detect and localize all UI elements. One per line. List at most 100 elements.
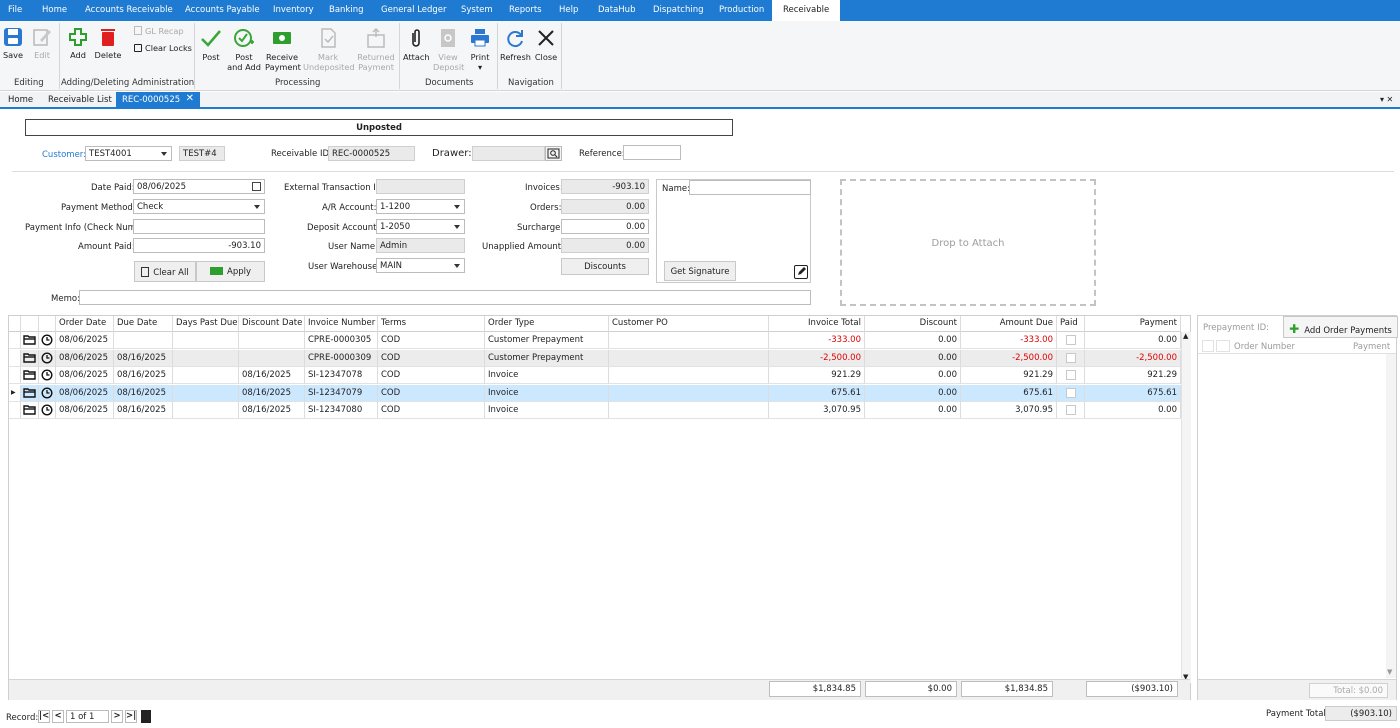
history-icon[interactable] — [39, 402, 56, 419]
add-order-payments-button[interactable]: ✚ Add Order Payments — [1283, 316, 1398, 338]
cell-paid-checkbox[interactable] — [1057, 349, 1085, 367]
payment-method-select[interactable]: Check — [133, 199, 265, 214]
table-row[interactable]: 08/06/2025 08/16/2025 08/16/2025 SI-1234707… — [9, 367, 1181, 384]
user-warehouse-select[interactable]: MAIN — [376, 258, 465, 273]
receive-payment-button[interactable]: Receive Payment — [265, 27, 301, 72]
record-position-input[interactable]: 1 of 1 — [66, 710, 109, 723]
menu-home[interactable]: Home — [42, 5, 67, 15]
view-deposit-button[interactable]: View Deposit — [433, 27, 464, 72]
col-due-date[interactable]: Due Date — [114, 316, 173, 332]
post-and-add-button[interactable]: Post and Add — [227, 27, 261, 72]
tab-menu-icon[interactable]: ▾ ✕ — [1380, 95, 1393, 104]
previous-record-icon[interactable]: < — [52, 710, 64, 723]
date-paid-input[interactable]: 08/06/2025 — [133, 179, 265, 194]
reference-input[interactable] — [623, 145, 681, 160]
gl-recap-button[interactable]: GL Recap — [134, 26, 184, 36]
edit-signature-icon[interactable] — [794, 265, 808, 279]
mark-undeposited-button[interactable]: Mark Undeposited — [303, 27, 355, 72]
clear-all-button[interactable]: Clear All — [134, 261, 196, 282]
prepay-col-order-number[interactable]: Order Number — [1234, 342, 1295, 352]
table-row[interactable]: 08/06/2025 08/16/2025 CPRE-0000309 COD Custo… — [9, 349, 1181, 367]
open-folder-icon[interactable] — [21, 349, 39, 367]
signature-name-input[interactable] — [689, 180, 811, 195]
deposit-account-select[interactable]: 1-2050 — [376, 219, 465, 234]
menu-reports[interactable]: Reports — [509, 5, 542, 15]
drop-to-attach-zone[interactable]: Drop to Attach — [840, 179, 1096, 306]
ar-account-select[interactable]: 1-1200 — [376, 199, 465, 214]
post-button[interactable]: Post — [200, 27, 222, 62]
col-order-type[interactable]: Order Type — [485, 316, 609, 332]
delete-button[interactable]: Delete — [94, 27, 122, 60]
menu-production[interactable]: Production — [719, 5, 764, 15]
menu-accounts-receivable[interactable]: Accounts Receivable — [85, 5, 173, 15]
menu-system[interactable]: System — [461, 5, 493, 15]
apply-button[interactable]: Apply — [196, 261, 265, 282]
row-indicator[interactable] — [9, 349, 21, 367]
edit-button[interactable]: Edit — [31, 27, 53, 60]
cell-payment[interactable]: 0.00 — [1085, 332, 1181, 349]
tab-rec-0000525[interactable]: REC-0000525 ✕ — [116, 92, 200, 109]
discounts-button[interactable]: Discounts — [561, 258, 649, 275]
col-terms[interactable]: Terms — [378, 316, 485, 332]
history-icon[interactable] — [39, 332, 56, 349]
table-row[interactable]: 08/06/2025 CPRE-0000305 COD Customer Prepay… — [9, 332, 1181, 349]
calendar-icon[interactable] — [252, 182, 261, 191]
tab-close-icon[interactable]: ✕ — [186, 93, 194, 104]
cell-paid-checkbox[interactable] — [1057, 384, 1085, 402]
refresh-button[interactable]: Refresh — [500, 27, 531, 62]
tab-home[interactable]: Home — [2, 92, 39, 109]
history-icon[interactable] — [39, 384, 56, 402]
first-record-icon[interactable]: |< — [38, 710, 50, 723]
col-paid[interactable]: Paid — [1057, 316, 1085, 332]
col-payment[interactable]: Payment — [1085, 316, 1181, 332]
table-row[interactable]: ▶ 08/06/2025 08/16/2025 08/16/2025 SI-123470… — [9, 384, 1181, 402]
prepay-col-payment[interactable]: Payment — [1353, 342, 1390, 352]
customer-select[interactable]: TEST4001 — [85, 146, 172, 161]
menu-general-ledger[interactable]: General Ledger — [381, 5, 447, 15]
col-discount-date[interactable]: Discount Date — [239, 316, 305, 332]
menu-receivable[interactable]: Receivable — [772, 0, 841, 21]
col-invoice-number[interactable]: Invoice Number — [305, 316, 378, 332]
row-indicator[interactable] — [9, 402, 21, 419]
open-folder-icon[interactable] — [21, 332, 39, 349]
row-indicator[interactable] — [9, 332, 21, 349]
close-button[interactable]: Close — [534, 27, 558, 62]
table-row[interactable]: 08/06/2025 08/16/2025 08/16/2025 SI-1234708… — [9, 402, 1181, 419]
menu-dispatching[interactable]: Dispatching — [653, 5, 703, 15]
customer-label[interactable]: Customer: — [42, 150, 86, 160]
clear-locks-button[interactable]: Clear Locks — [134, 43, 192, 53]
col-customer-po[interactable]: Customer PO — [609, 316, 769, 332]
scroll-up-icon[interactable]: ▲ — [1183, 332, 1188, 340]
menu-file[interactable]: File — [8, 5, 22, 15]
new-record-icon[interactable] — [141, 710, 151, 723]
payment-info-input[interactable] — [133, 219, 265, 234]
print-button[interactable]: Print ▾ — [467, 27, 493, 72]
get-signature-button[interactable]: Get Signature — [664, 261, 736, 281]
col-days-past-due[interactable]: Days Past Due — [173, 316, 239, 332]
row-indicator[interactable] — [9, 367, 21, 384]
cell-paid-checkbox[interactable] — [1057, 332, 1085, 349]
cell-paid-checkbox[interactable] — [1057, 402, 1085, 419]
menu-help[interactable]: Help — [559, 5, 578, 15]
col-invoice-total[interactable]: Invoice Total — [769, 316, 865, 332]
open-folder-icon[interactable] — [21, 384, 39, 402]
open-folder-icon[interactable] — [21, 402, 39, 419]
menu-banking[interactable]: Banking — [329, 5, 364, 15]
drawer-search-button[interactable] — [545, 146, 562, 161]
menu-datahub[interactable]: DataHub — [598, 5, 635, 15]
col-order-date[interactable]: Order Date — [56, 316, 114, 332]
cell-paid-checkbox[interactable] — [1057, 367, 1085, 384]
cell-payment[interactable]: 675.61 — [1085, 384, 1181, 402]
history-icon[interactable] — [39, 349, 56, 367]
last-record-icon[interactable]: >| — [125, 710, 137, 723]
cell-payment[interactable]: -2,500.00 — [1085, 349, 1181, 367]
next-record-icon[interactable]: > — [111, 710, 123, 723]
prepayment-scrollbar[interactable]: ▼ — [1386, 354, 1396, 678]
save-button[interactable]: Save — [2, 27, 24, 60]
grid-scrollbar[interactable]: ▲ ▼ — [1181, 332, 1191, 683]
surcharge-input[interactable]: 0.00 — [561, 219, 649, 234]
add-button[interactable]: Add — [66, 27, 90, 60]
cell-payment[interactable]: 0.00 — [1085, 402, 1181, 419]
attach-button[interactable]: Attach — [403, 27, 430, 62]
tab-receivable-list[interactable]: Receivable List — [42, 92, 118, 109]
